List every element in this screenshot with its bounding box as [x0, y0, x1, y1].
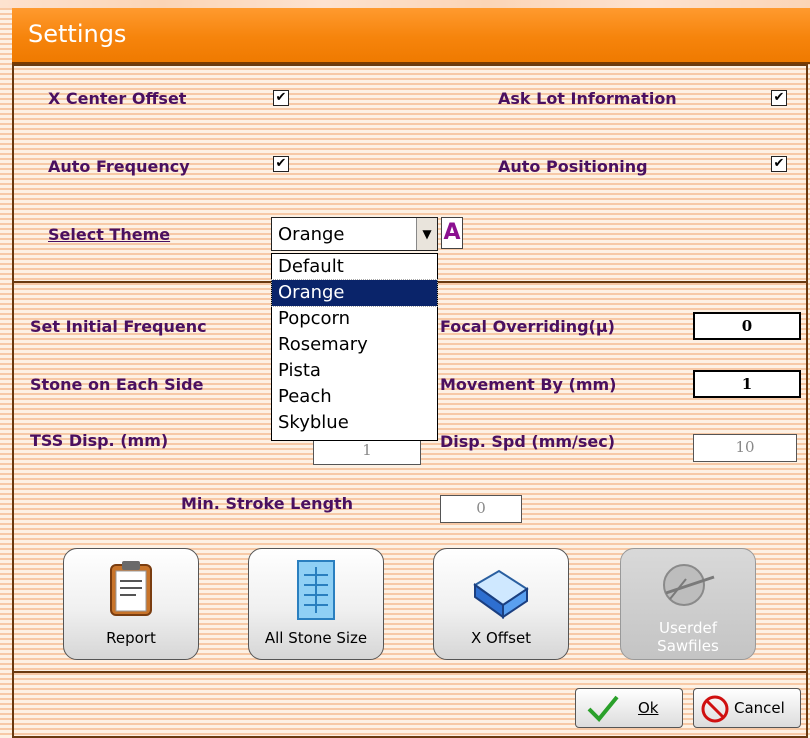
- cube-icon: [469, 559, 533, 627]
- focal-overriding-input[interactable]: 0: [693, 312, 801, 340]
- all-stone-size-label: All Stone Size: [264, 629, 368, 647]
- x-center-offset-checkbox[interactable]: ✔: [273, 90, 289, 106]
- min-stroke-length-input[interactable]: 0: [440, 495, 522, 523]
- tss-disp-input[interactable]: 1: [313, 437, 421, 465]
- cancel-label: Cancel: [734, 699, 785, 717]
- movement-by-label: Movement By (mm): [440, 375, 617, 394]
- theme-option-pista[interactable]: Pista: [272, 358, 437, 384]
- report-button[interactable]: Report: [63, 548, 199, 660]
- userdef-label-line2: Sawfiles: [657, 637, 719, 655]
- document-list-icon: [294, 559, 338, 627]
- chevron-down-icon[interactable]: ▼: [416, 218, 437, 250]
- min-stroke-length-label: Min. Stroke Length: [181, 494, 354, 513]
- disp-spd-label: Disp. Spd (mm/sec): [440, 432, 616, 451]
- set-initial-frequency-label: Set Initial Frequenc: [30, 317, 207, 336]
- theme-option-default[interactable]: Default: [272, 254, 437, 280]
- userdef-label-line1: Userdef: [659, 619, 717, 637]
- window-title: Settings: [28, 20, 127, 48]
- auto-frequency-checkbox[interactable]: ✔: [273, 156, 289, 172]
- tss-disp-label: TSS Disp. (mm): [30, 431, 169, 450]
- clipboard-icon: [103, 559, 159, 623]
- theme-dropdown-list: Default Orange Popcorn Rosemary Pista Pe…: [271, 253, 438, 441]
- auto-positioning-checkbox[interactable]: ✔: [771, 156, 787, 172]
- title-bar: Settings: [12, 8, 810, 64]
- x-offset-label: X Offset: [470, 629, 532, 647]
- theme-option-rosemary[interactable]: Rosemary: [272, 332, 437, 358]
- movement-by-input[interactable]: 1: [693, 370, 801, 398]
- focal-overriding-label: Focal Overriding(μ): [440, 317, 615, 336]
- x-offset-button[interactable]: X Offset: [433, 548, 569, 660]
- ok-button[interactable]: Ok: [575, 688, 683, 728]
- footer-section: [12, 671, 808, 738]
- auto-frequency-label: Auto Frequency: [48, 157, 190, 176]
- cancel-icon: [700, 694, 730, 728]
- font-color-button[interactable]: A: [441, 217, 463, 249]
- theme-select-value: Orange: [278, 224, 345, 245]
- theme-option-popcorn[interactable]: Popcorn: [272, 306, 437, 332]
- auto-positioning-label: Auto Positioning: [498, 157, 648, 176]
- top-strip: [0, 0, 810, 8]
- theme-option-orange[interactable]: Orange: [271, 279, 438, 307]
- disp-spd-input[interactable]: 10: [693, 434, 797, 462]
- userdef-sawfiles-button[interactable]: Userdef Sawfiles: [620, 548, 756, 660]
- cancel-button[interactable]: Cancel: [693, 688, 801, 728]
- theme-option-peach[interactable]: Peach: [272, 384, 437, 410]
- all-stone-size-button[interactable]: All Stone Size: [248, 548, 384, 660]
- stone-on-each-side-label: Stone on Each Side: [30, 375, 204, 394]
- x-center-offset-label: X Center Offset: [48, 89, 187, 108]
- checkmark-icon: [586, 692, 620, 728]
- theme-option-skyblue[interactable]: Skyblue: [272, 410, 437, 436]
- theme-select[interactable]: Orange ▼: [271, 217, 438, 251]
- ask-lot-information-label: Ask Lot Information: [498, 89, 677, 108]
- report-label: Report: [106, 629, 156, 647]
- ok-label: Ok: [638, 699, 659, 717]
- select-theme-label[interactable]: Select Theme: [48, 225, 170, 244]
- ask-lot-information-checkbox[interactable]: ✔: [771, 90, 787, 106]
- saw-icon: [656, 559, 720, 619]
- userdef-sawfiles-label: Userdef Sawfiles: [621, 619, 755, 655]
